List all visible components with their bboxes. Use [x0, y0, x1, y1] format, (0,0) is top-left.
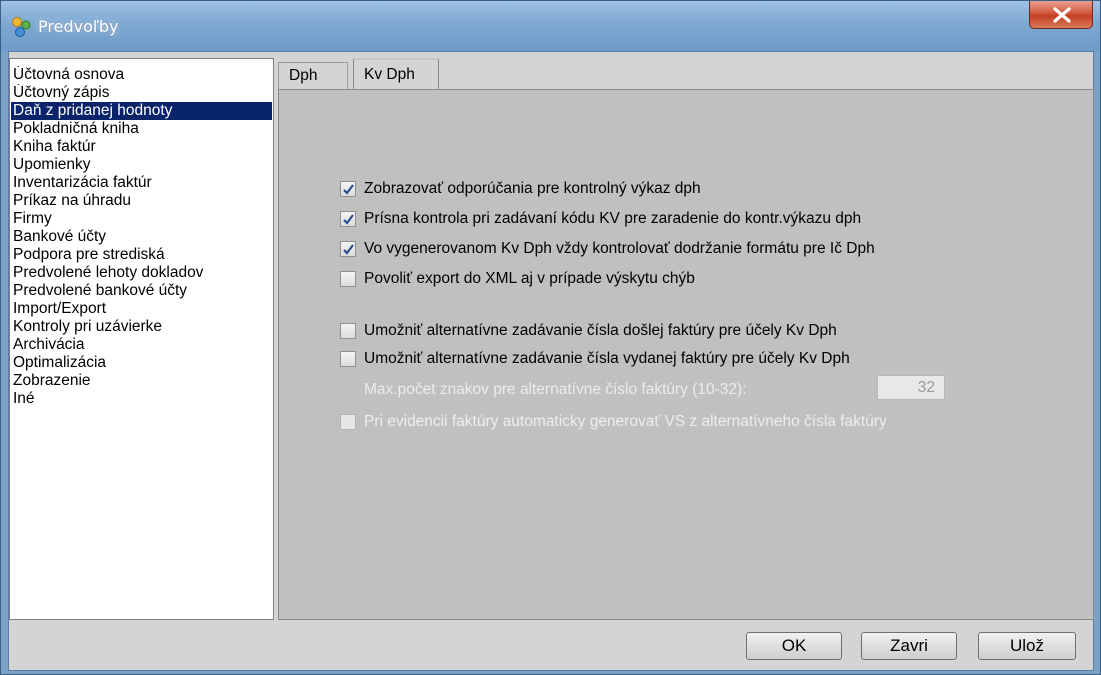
option-label: Umožniť alternatívne zadávanie čísla vyd… [364, 350, 850, 367]
checkmark-icon [343, 214, 354, 225]
sidebar-item-pokladnicna-kniha[interactable]: Pokladničná kniha [11, 120, 272, 138]
option-label: Povoliť export do XML aj v prípade výsky… [364, 270, 695, 287]
max-chars-input[interactable]: 32 [877, 375, 945, 400]
option-label: Zobrazovať odporúčania pre kontrolný výk… [364, 180, 701, 197]
sidebar-item-kontroly-pri-uzavierke[interactable]: Kontroly pri uzávierke [11, 318, 272, 336]
checkbox-checked[interactable] [340, 181, 356, 197]
save-button[interactable]: Ulož [978, 632, 1076, 660]
option-label: Prísna kontrola pri zadávaní kódu KV pre… [364, 210, 862, 227]
sidebar-item-podpora-pre-strediska[interactable]: Podpora pre strediská [11, 246, 272, 264]
ok-button[interactable]: OK [746, 632, 842, 660]
checkmark-icon [343, 244, 354, 255]
sidebar-item-archivacia[interactable]: Archivácia [11, 336, 272, 354]
checkbox-checked[interactable] [340, 211, 356, 227]
sidebar-item-prikaz-na-uhradu[interactable]: Príkaz na úhradu [11, 192, 272, 210]
checkbox-unchecked[interactable] [340, 323, 356, 339]
sidebar-item-import-export[interactable]: Import/Export [11, 300, 272, 318]
checkbox-disabled[interactable] [340, 414, 356, 430]
category-list[interactable]: Účtovná osnova Účtovný zápis Daň z prida… [9, 58, 274, 620]
tab-kv-dph[interactable]: Kv Dph [353, 58, 439, 90]
close-window-button[interactable] [1029, 1, 1093, 29]
sidebar-item-optimalizacia[interactable]: Optimalizácia [11, 354, 272, 372]
close-button[interactable]: Zavri [861, 632, 957, 660]
option-label: Umožniť alternatívne zadávanie čísla doš… [364, 322, 837, 339]
sidebar-item-dph[interactable]: Daň z pridanej hodnoty [11, 102, 272, 120]
sidebar-item-inventarizacia-faktur[interactable]: Inventarizácia faktúr [11, 174, 272, 192]
checkmark-icon [343, 184, 354, 195]
sidebar-item-upomienky[interactable]: Upomienky [11, 156, 272, 174]
sidebar-item-uctovny-zapis[interactable]: Účtovný zápis [11, 84, 272, 102]
sidebar-item-zobrazenie[interactable]: Zobrazenie [11, 372, 272, 390]
close-icon [1053, 7, 1071, 23]
option-label: Pri evidencii faktúry automaticky genero… [364, 413, 887, 430]
window-title: Predvoľby [38, 17, 119, 36]
sidebar-item-predvolene-lehoty[interactable]: Predvolené lehoty dokladov [11, 264, 272, 282]
checkbox-unchecked[interactable] [340, 351, 356, 367]
checkbox-unchecked[interactable] [340, 271, 356, 287]
tab-dph[interactable]: Dph [278, 62, 348, 90]
max-chars-label: Max.počet znakov pre alternatívne číslo … [364, 381, 747, 398]
sidebar-item-ine[interactable]: Iné [11, 390, 272, 408]
sidebar-item-kniha-faktur[interactable]: Kniha faktúr [11, 138, 272, 156]
kv-dph-options: Zobrazovať odporúčania pre kontrolný výk… [289, 98, 1083, 608]
preferences-window: Predvoľby Účtovná osnova Účtovný zápis D… [0, 0, 1101, 675]
checkbox-checked[interactable] [340, 241, 356, 257]
dialog-client-area: Účtovná osnova Účtovný zápis Daň z prida… [8, 51, 1094, 671]
option-label: Vo vygenerovanom Kv Dph vždy kontrolovať… [364, 240, 875, 257]
title-bar[interactable]: Predvoľby [1, 1, 1100, 51]
sidebar-item-predvolene-bankove-ucty[interactable]: Predvolené bankové účty [11, 282, 272, 300]
preferences-icon [11, 16, 33, 38]
kv-dph-panel: Zobrazovať odporúčania pre kontrolný výk… [278, 89, 1094, 620]
sidebar-item-uctovna-osnova[interactable]: Účtovná osnova [11, 66, 272, 84]
sidebar-item-bankove-ucty[interactable]: Bankové účty [11, 228, 272, 246]
sidebar-item-firmy[interactable]: Firmy [11, 210, 272, 228]
